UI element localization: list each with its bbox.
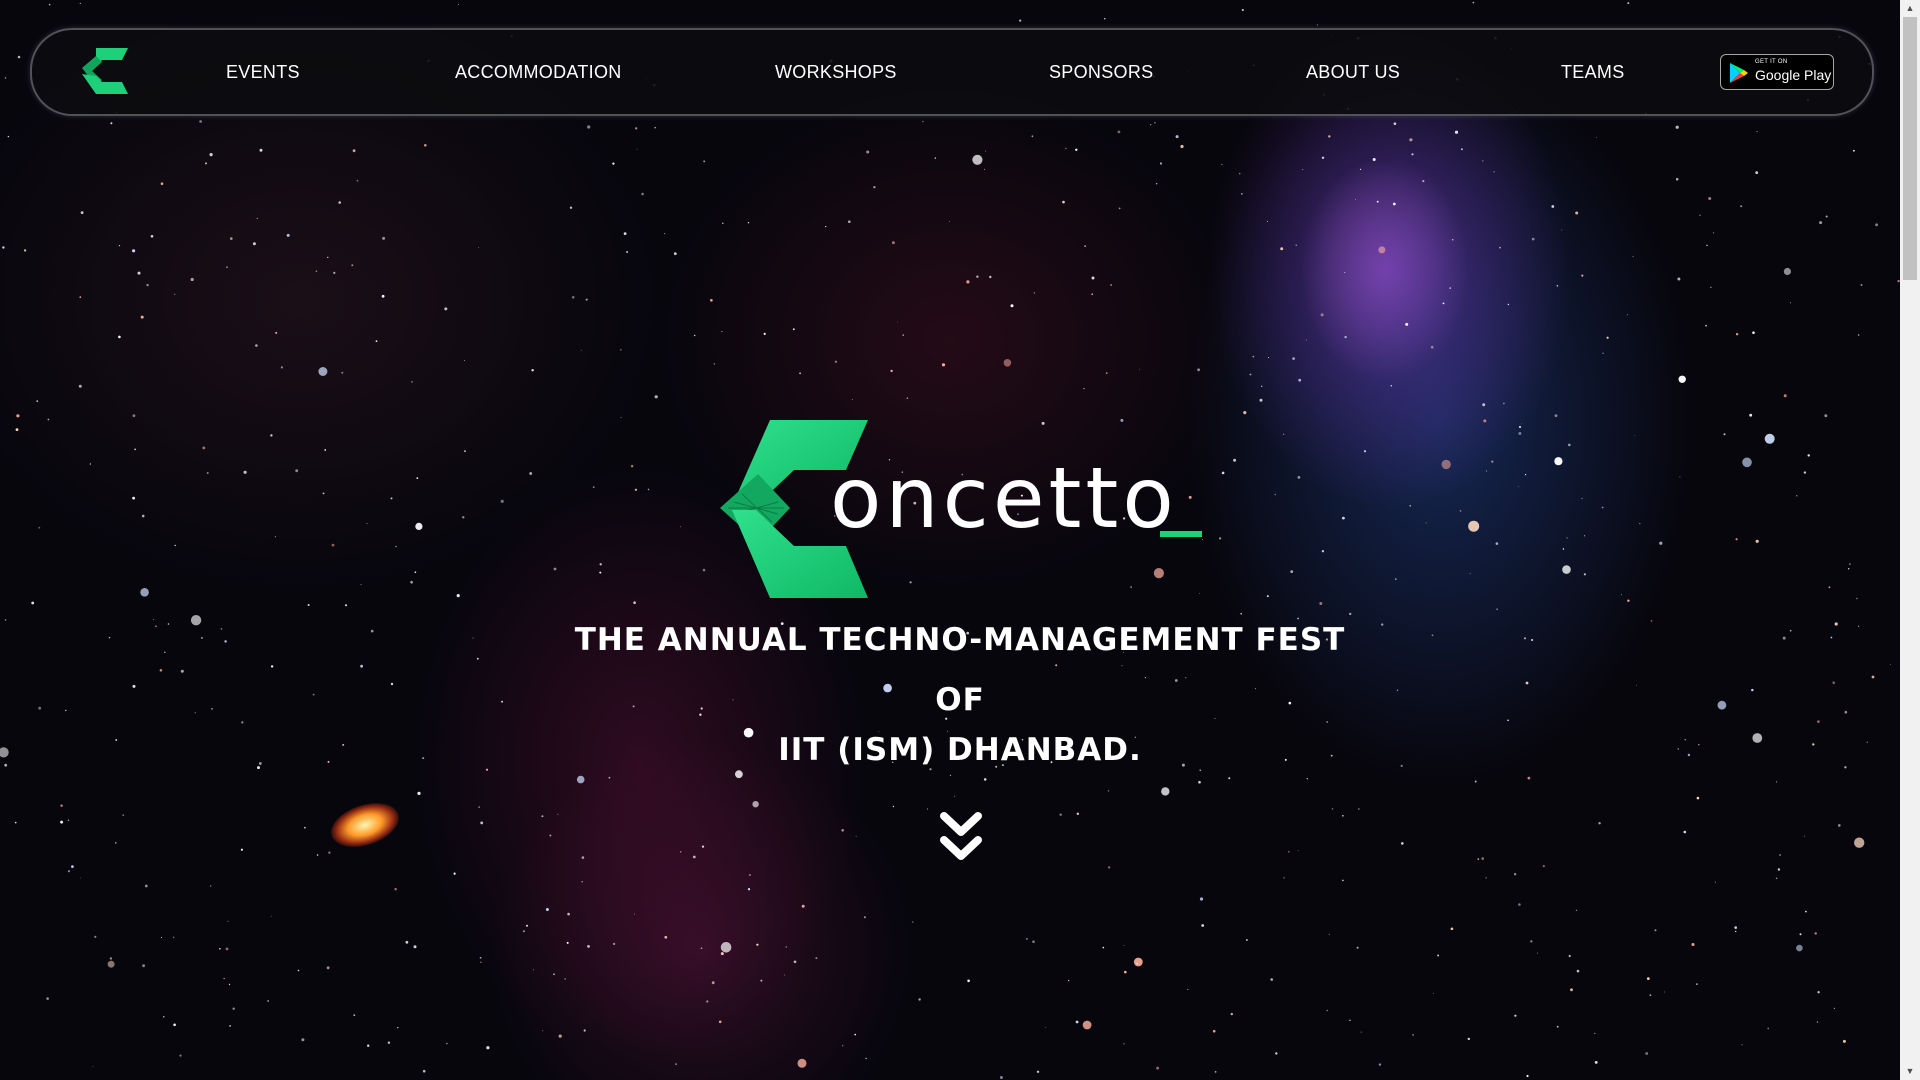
nav-item-sponsors[interactable]: SPONSORS [1049,30,1153,114]
nav-item-about-us[interactable]: ABOUT US [1306,30,1400,114]
scrollbar-thumb[interactable] [1903,17,1917,280]
top-navbar: EVENTS ACCOMMODATION WORKSHOPS SPONSORS … [30,28,1874,116]
nav-item-accommodation[interactable]: ACCOMMODATION [455,30,622,114]
hero-background: EVENTS ACCOMMODATION WORKSHOPS SPONSORS … [0,0,1900,1080]
concetto-c-logo-icon[interactable] [82,48,128,94]
scroll-up-arrow-icon[interactable]: ▲ [1900,0,1920,17]
scroll-down-arrow-icon[interactable]: ▼ [1900,1063,1920,1080]
nav-item-teams[interactable]: TEAMS [1561,30,1625,114]
double-chevron-down-icon[interactable] [940,812,982,864]
nav-item-workshops[interactable]: WORKSHOPS [775,30,897,114]
play-badge-store-name: Google Play [1755,67,1832,83]
vertical-scrollbar[interactable]: ▲ ▼ [1900,0,1920,1080]
nav-item-events[interactable]: EVENTS [226,30,300,114]
google-play-icon [1730,63,1748,83]
hero-tagline-line-1: THE ANNUAL TECHNO-MANAGEMENT FEST [574,622,1346,658]
google-play-badge[interactable]: GET IT ON Google Play [1720,54,1834,90]
concetto-wordmark: oncetto [830,449,1178,547]
play-badge-small-text: GET IT ON [1755,59,1788,65]
wordmark-cursor-underscore [1160,531,1202,537]
hero-tagline-line-2: OF [935,682,985,718]
hero-tagline-line-3: IIT (ISM) DHANBAD. [778,732,1142,768]
